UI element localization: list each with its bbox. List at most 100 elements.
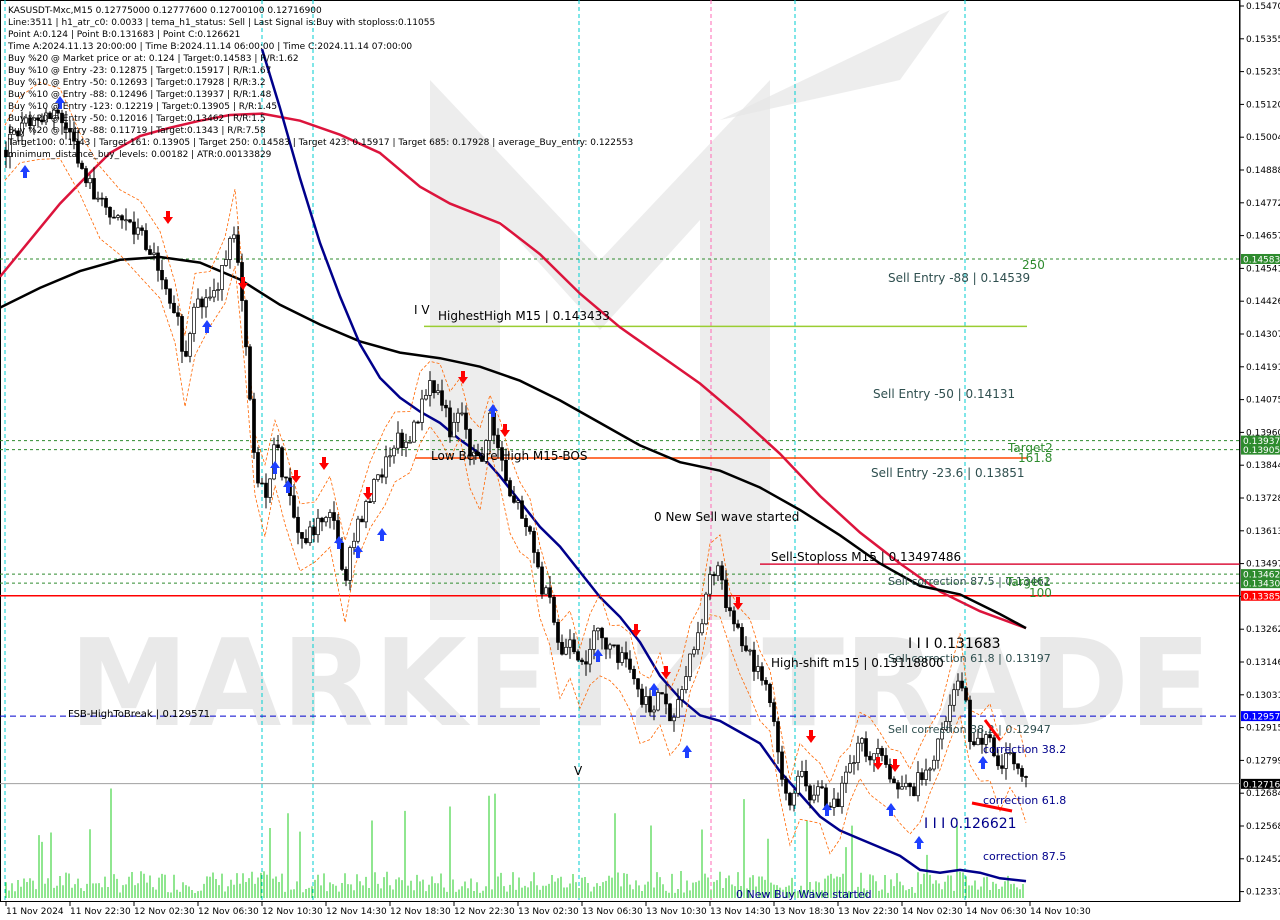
candle-body bbox=[920, 772, 924, 780]
candle-body bbox=[632, 668, 636, 680]
candle-body bbox=[264, 482, 268, 498]
candle-body bbox=[112, 216, 116, 219]
candle-body bbox=[552, 596, 556, 623]
candle-body bbox=[612, 644, 616, 647]
candle-body bbox=[84, 168, 88, 184]
candle-body bbox=[820, 786, 824, 789]
candle-body bbox=[656, 692, 660, 711]
candle-body bbox=[604, 637, 608, 650]
header-line: Target100: 0.1343 | Target 161: 0.13905 … bbox=[7, 138, 633, 148]
candle-body bbox=[344, 569, 348, 581]
price-tick-label: 0.14191 bbox=[1246, 363, 1280, 373]
price-tick-label: 0.14075 bbox=[1246, 396, 1280, 406]
candle-body bbox=[976, 737, 980, 746]
new-buy-wave-label: 0 New Buy Wave started bbox=[736, 888, 872, 901]
new-sell-wave-label: 0 New Sell wave started bbox=[654, 510, 799, 524]
candle-body bbox=[648, 696, 652, 713]
candle-body bbox=[540, 566, 544, 595]
candle-body bbox=[488, 412, 492, 441]
candle-body bbox=[380, 474, 384, 478]
candle-body bbox=[708, 574, 712, 595]
candle-body bbox=[856, 742, 860, 763]
candle-body bbox=[692, 649, 696, 655]
candle-body bbox=[360, 518, 364, 523]
wave-v-label: V bbox=[574, 764, 583, 778]
price-label-text: 0.13385 bbox=[1243, 592, 1280, 602]
candle-body bbox=[616, 644, 620, 663]
candle-body bbox=[760, 666, 764, 681]
fib-1618-label: 161.8 bbox=[1018, 451, 1052, 465]
candle-body bbox=[180, 316, 184, 352]
candle-body bbox=[452, 421, 456, 438]
candle-body bbox=[960, 680, 964, 689]
price-label-text: 0.13905 bbox=[1243, 446, 1280, 456]
candle-body bbox=[816, 786, 820, 796]
candle-body bbox=[624, 652, 628, 660]
candle-body bbox=[196, 298, 200, 308]
candle-body bbox=[748, 649, 752, 652]
candle-body bbox=[884, 755, 888, 765]
candle-body bbox=[832, 798, 836, 808]
candle-body bbox=[680, 689, 684, 701]
candle-body bbox=[1024, 776, 1028, 778]
candle-body bbox=[956, 680, 960, 691]
candle-body bbox=[696, 632, 700, 651]
candle-body bbox=[688, 653, 692, 677]
candle-body bbox=[636, 678, 640, 690]
header-line: Buy %20 @ Market price or at: 0.124 | Ta… bbox=[8, 54, 299, 64]
candle-body bbox=[576, 651, 580, 661]
candle-body bbox=[608, 644, 612, 650]
candle-body bbox=[404, 441, 408, 448]
chart-area[interactable]: MARKETZITRADE HighestHigh M15 | 0.143433… bbox=[0, 0, 1280, 920]
candle-body bbox=[292, 495, 296, 518]
candle-body bbox=[428, 380, 432, 396]
candle-body bbox=[252, 398, 256, 453]
candle-body bbox=[148, 249, 152, 255]
candle-body bbox=[544, 587, 548, 595]
price-tick-label: 0.13844 bbox=[1246, 461, 1280, 471]
header-line: Point A:0.124 | Point B:0.131683 | Point… bbox=[8, 30, 240, 40]
candle-body bbox=[896, 782, 900, 790]
price-tick-label: 0.14657 bbox=[1246, 232, 1280, 242]
header-line: minimum_distance_buy_levels: 0.00182 | A… bbox=[8, 150, 272, 160]
candle-body bbox=[948, 704, 952, 722]
price-tick-label: 0.15120 bbox=[1246, 100, 1280, 110]
price-tick-label: 0.12337 bbox=[1246, 888, 1280, 898]
time-tick-label: 14 Nov 10:30 bbox=[1030, 907, 1091, 917]
time-tick-label: 12 Nov 18:30 bbox=[390, 907, 451, 917]
point-c-label: I I I 0.126621 bbox=[924, 816, 1017, 832]
candle-body bbox=[644, 696, 648, 705]
candle-body bbox=[768, 683, 772, 704]
candle-body bbox=[1000, 765, 1004, 769]
candle-body bbox=[700, 623, 704, 634]
candle-body bbox=[176, 312, 180, 317]
candle-body bbox=[628, 658, 632, 670]
correction-382-label: correction 38.2 bbox=[983, 743, 1066, 756]
header-line: Buy %10 @ Entry -50: 0.12693 | Target:0.… bbox=[8, 78, 266, 88]
time-tick-label: 12 Nov 06:30 bbox=[198, 907, 259, 917]
time-tick-label: 12 Nov 10:30 bbox=[262, 907, 323, 917]
header-line: Buy %20 @ Entry -50: 0.12016 | Target:0.… bbox=[8, 114, 266, 124]
candle-body bbox=[276, 444, 280, 448]
high-shift-label: High-shift m15 | 0.13118800 bbox=[771, 656, 944, 670]
price-tick-label: 0.14888 bbox=[1246, 166, 1280, 176]
candle-body bbox=[836, 798, 840, 808]
candle-body bbox=[548, 587, 552, 598]
candle-body bbox=[228, 238, 232, 260]
candle-body bbox=[316, 517, 320, 536]
candle-body bbox=[508, 480, 512, 497]
candle-body bbox=[300, 532, 304, 539]
price-label-text: 0.12716 bbox=[1243, 780, 1280, 790]
target-250-label: 250 bbox=[1022, 258, 1045, 272]
price-tick-label: 0.15470 bbox=[1246, 2, 1280, 12]
candle-body bbox=[216, 289, 220, 291]
candle-body bbox=[888, 764, 892, 780]
candle-body bbox=[776, 721, 780, 753]
price-tick-label: 0.13031 bbox=[1246, 691, 1280, 701]
candle-body bbox=[880, 748, 884, 756]
candle-body bbox=[704, 593, 708, 625]
price-tick-label: 0.13146 bbox=[1246, 658, 1280, 668]
time-tick-label: 14 Nov 02:30 bbox=[902, 907, 963, 917]
candle-body bbox=[152, 252, 156, 255]
fsb-label: FSB-HighToBreak | 0.129571 bbox=[68, 709, 210, 720]
